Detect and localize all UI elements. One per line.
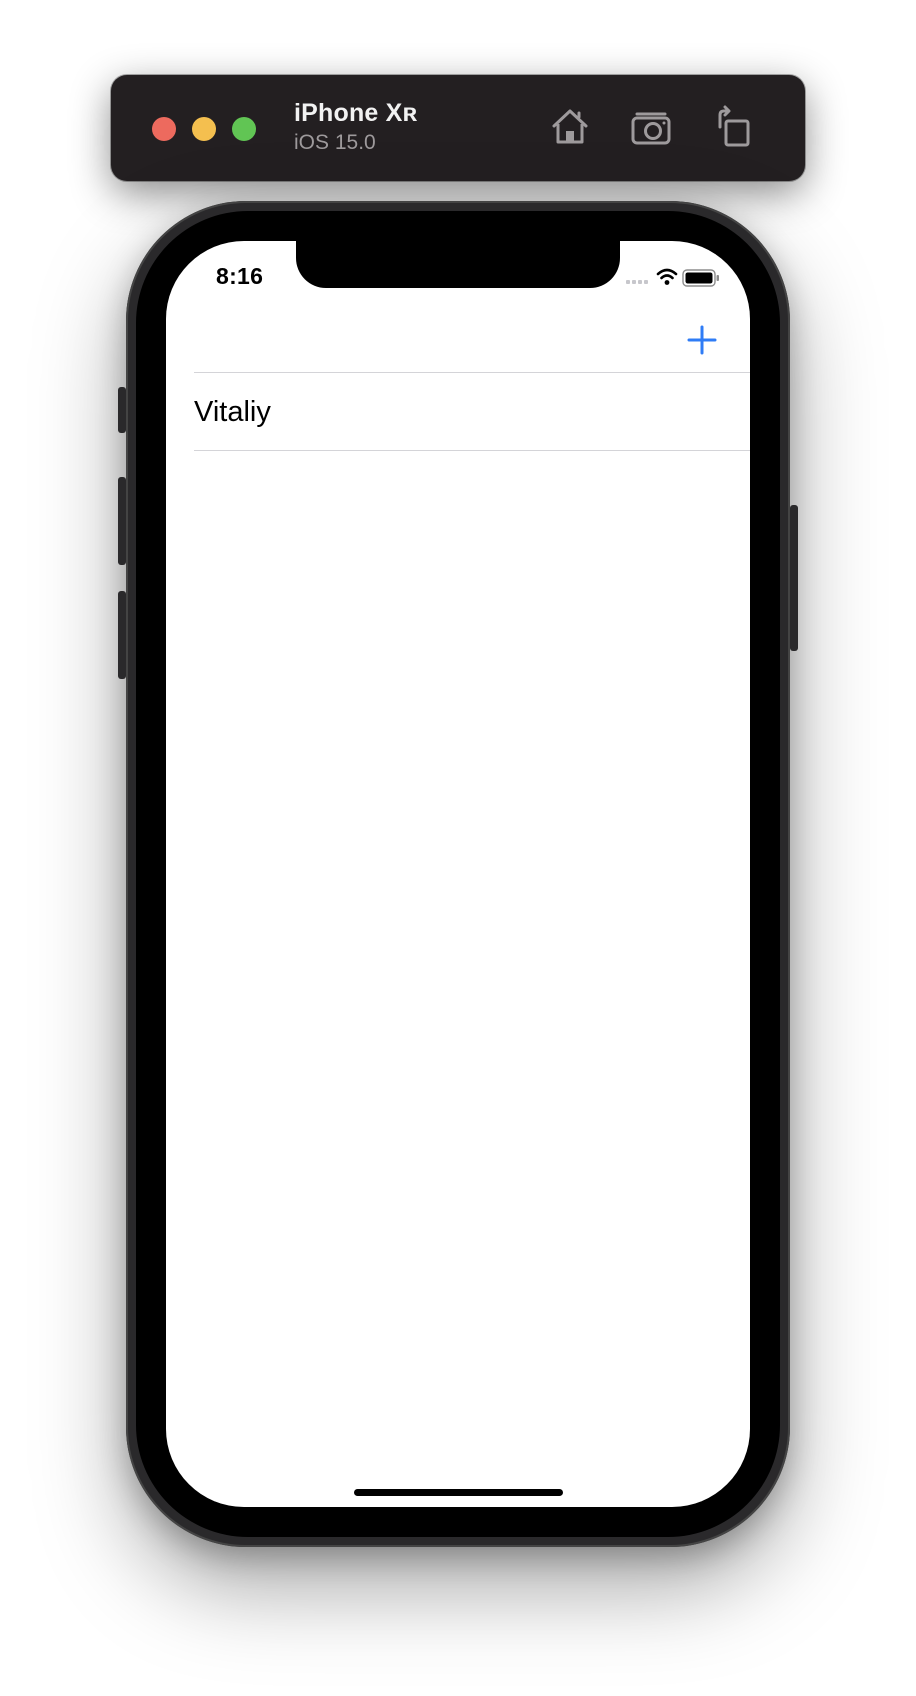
battery-icon bbox=[682, 269, 719, 287]
window-minimize-button[interactable] bbox=[192, 117, 216, 141]
screenshot-camera-icon[interactable] bbox=[630, 105, 674, 149]
simulator-toolbar: iPhone Xʀ iOS 15.0 bbox=[111, 75, 805, 181]
list-item[interactable]: Vitaliy bbox=[166, 373, 750, 450]
iphone-device-frame: 8:16 Vitaliy bbox=[118, 201, 798, 1547]
notch bbox=[296, 241, 620, 288]
status-icons bbox=[626, 267, 736, 289]
volume-down-button bbox=[118, 591, 126, 679]
list-item-label: Vitaliy bbox=[194, 396, 271, 428]
cellular-signal-icon bbox=[626, 280, 648, 284]
home-indicator bbox=[354, 1489, 563, 1496]
mute-switch bbox=[118, 387, 126, 433]
rotate-icon[interactable] bbox=[712, 105, 756, 149]
volume-up-button bbox=[118, 477, 126, 565]
add-button[interactable] bbox=[685, 323, 719, 357]
status-time: 8:16 bbox=[216, 263, 264, 289]
screen: 8:16 Vitaliy bbox=[166, 241, 750, 1507]
device-name: iPhone Xʀ bbox=[294, 99, 418, 127]
side-button bbox=[790, 505, 798, 651]
os-version: iOS 15.0 bbox=[294, 131, 376, 154]
wifi-icon bbox=[656, 268, 678, 280]
home-icon[interactable] bbox=[548, 105, 592, 149]
plus-icon bbox=[687, 325, 717, 355]
window-zoom-button[interactable] bbox=[232, 117, 256, 141]
window-close-button[interactable] bbox=[152, 117, 176, 141]
row-separator bbox=[194, 450, 750, 451]
